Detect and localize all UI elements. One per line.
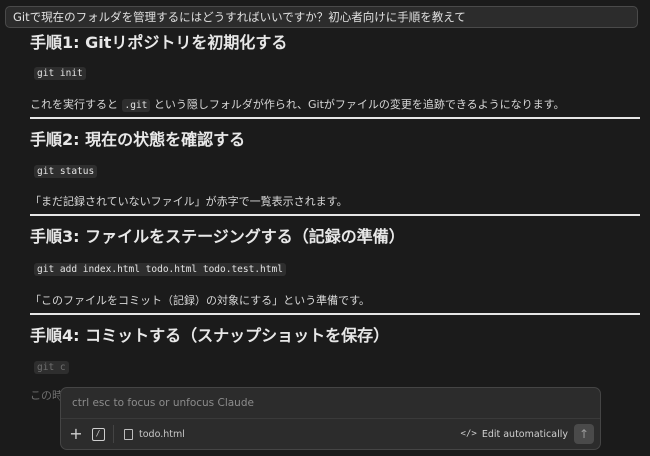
step-1-code: git init bbox=[34, 66, 86, 80]
step-3-title: 手順3: ファイルをステージングする（記録の準備） bbox=[30, 227, 405, 246]
step-1-title: 手順1: Gitリポジトリを初期化する bbox=[30, 33, 288, 52]
step-2: 手順2: 現在の状態を確認する git status 「まだ記録されていないファ… bbox=[30, 127, 640, 216]
slash-command-icon[interactable]: / bbox=[90, 426, 106, 442]
code-icon: </> bbox=[460, 429, 477, 439]
divider bbox=[30, 214, 640, 216]
step-2-title: 手順2: 現在の状態を確認する bbox=[30, 130, 246, 149]
step-1: 手順1: Gitリポジトリを初期化する git init これを実行すると .g… bbox=[30, 30, 640, 119]
step-4-code: git c bbox=[34, 360, 69, 374]
divider bbox=[30, 313, 640, 315]
chat-input-panel[interactable]: ctrl esc to focus or unfocus Claude + / … bbox=[60, 387, 601, 450]
step-3-code: git add index.html todo.html todo.test.h… bbox=[34, 262, 286, 276]
user-question: Gitで現在のフォルダを管理するにはどうすればいいですか？初心者向けに手順を教え… bbox=[5, 6, 638, 28]
file-icon bbox=[124, 428, 133, 440]
attached-file-name: todo.html bbox=[139, 428, 185, 440]
send-button[interactable]: ↑ bbox=[574, 424, 594, 444]
edit-mode-toggle[interactable]: </> Edit automatically bbox=[461, 425, 568, 443]
arrow-up-icon: ↑ bbox=[578, 427, 590, 441]
divider bbox=[30, 117, 640, 119]
step-4-title: 手順4: コミットする（スナップショットを保存） bbox=[30, 326, 390, 345]
attached-file-chip[interactable]: todo.html bbox=[113, 425, 185, 443]
step-2-description: 「まだ記録されていないファイル」が赤字で一覧表示されます。 bbox=[30, 195, 348, 208]
plus-icon[interactable]: + bbox=[68, 426, 84, 442]
step-1-description: これを実行すると .git という隠しフォルダが作られ、Gitがファイルの変更を… bbox=[30, 98, 565, 112]
step-2-code: git status bbox=[34, 164, 98, 178]
chat-input[interactable]: ctrl esc to focus or unfocus Claude bbox=[72, 397, 254, 409]
input-toolbar: + / todo.html </> Edit automatically ↑ bbox=[61, 418, 600, 449]
response-content: 手順1: Gitリポジトリを初期化する git init これを実行すると .g… bbox=[30, 30, 640, 405]
step-3-description: 「このファイルをコミット（記録）の対象にする」という準備です。 bbox=[30, 294, 371, 307]
inline-code: .git bbox=[121, 99, 151, 112]
edit-mode-label: Edit automatically bbox=[481, 428, 568, 440]
step-3: 手順3: ファイルをステージングする（記録の準備） git add index.… bbox=[30, 224, 640, 315]
